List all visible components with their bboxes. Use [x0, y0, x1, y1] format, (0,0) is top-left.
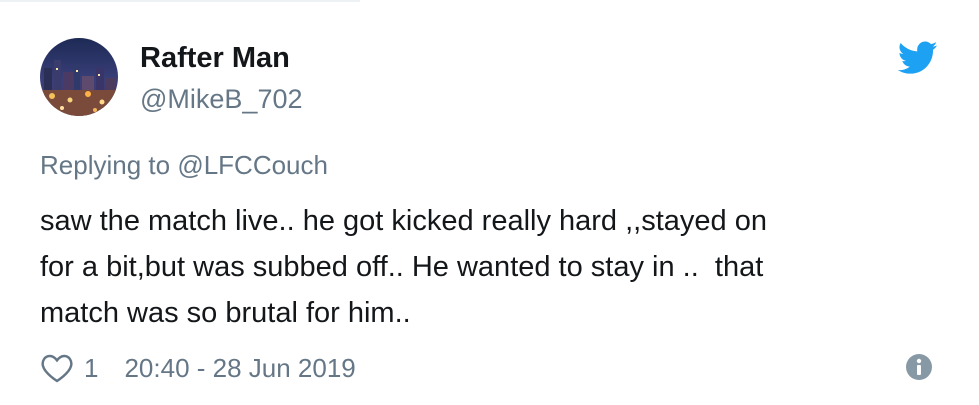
tweet-timestamp[interactable]: 20:40 - 28 Jun 2019	[124, 353, 355, 384]
author-handle[interactable]: @MikeB_702	[140, 83, 303, 115]
info-icon[interactable]	[905, 353, 933, 381]
tweet-text-line: match was so brutal for him..	[40, 297, 411, 329]
tweet-text: saw the match live.. he got kicked reall…	[40, 198, 940, 336]
replying-to-label: Replying to	[40, 150, 171, 180]
author-block: Rafter Man @MikeB_702	[140, 41, 303, 115]
twitter-bird-icon[interactable]	[897, 41, 938, 75]
tweet-text-line: saw the match live.. he got kicked reall…	[40, 205, 767, 237]
replying-to: Replying to @LFCCouch	[40, 148, 328, 182]
tweet-card: Rafter Man @MikeB_702 Replying to @LFCCo…	[0, 0, 979, 405]
avatar-image	[40, 38, 118, 116]
author-display-name[interactable]: Rafter Man	[140, 41, 303, 75]
reply-mention-link[interactable]: @LFCCouch	[177, 150, 328, 180]
tweet-footer: 1 20:40 - 28 Jun 2019	[40, 350, 356, 386]
tweet-text-line: for a bit,but was subbed off.. He wanted…	[40, 251, 764, 283]
heart-icon[interactable]	[40, 353, 74, 383]
like-count: 1	[84, 352, 99, 383]
avatar[interactable]	[40, 38, 118, 116]
